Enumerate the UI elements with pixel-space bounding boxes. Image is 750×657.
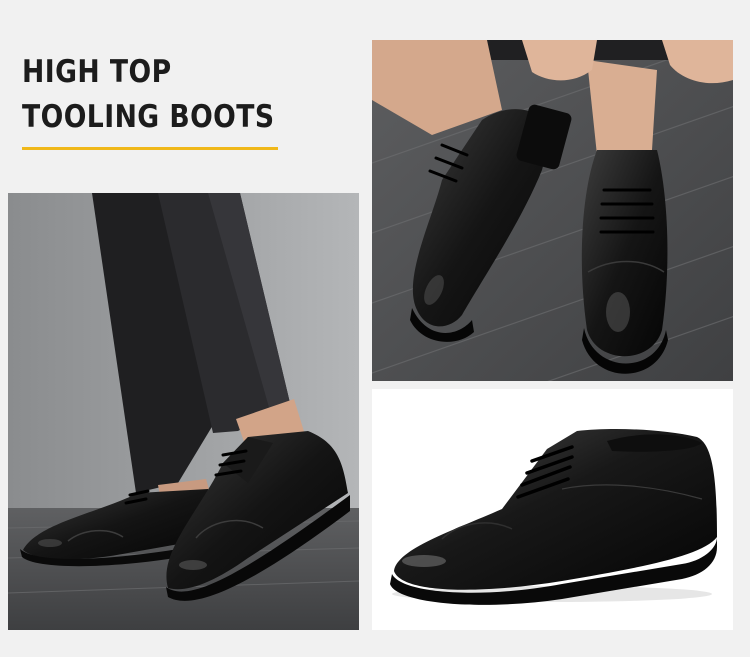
title-line-1: HIGH TOP <box>22 54 172 90</box>
title-line-2: TOOLING BOOTS <box>22 99 275 135</box>
walking-model-photo <box>8 193 359 630</box>
hands-adjusting-trousers-photo <box>372 40 733 381</box>
accent-divider <box>22 147 278 150</box>
page-title: HIGH TOP TOOLING BOOTS <box>22 50 275 140</box>
product-shot-photo <box>372 389 733 630</box>
